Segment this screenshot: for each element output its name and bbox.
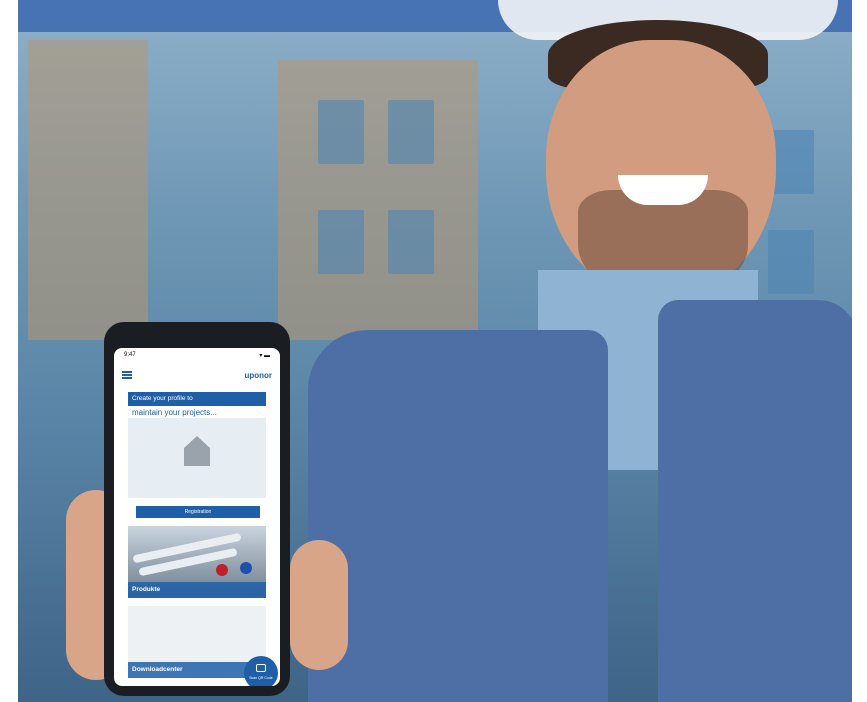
scan-qr-button[interactable]: Scan QR Code (244, 656, 278, 686)
building-window (318, 210, 364, 274)
products-card[interactable]: Produkte (128, 526, 266, 598)
hand-thumb (290, 540, 348, 670)
registration-button[interactable]: Registration (136, 506, 260, 518)
safety-vest-left (308, 330, 608, 702)
red-cap-icon (216, 564, 228, 576)
profile-subtitle: maintain your projects... (132, 408, 217, 417)
products-label: Produkte (128, 582, 266, 598)
app-header: uponor (114, 366, 280, 386)
profile-title: Create your profile to (128, 392, 266, 406)
building-window (318, 100, 364, 164)
house-card (128, 418, 266, 498)
building-window (388, 100, 434, 164)
uponor-logo: uponor (244, 371, 272, 380)
scan-qr-label: Scan QR Code (249, 676, 273, 680)
building-window (388, 210, 434, 274)
phone-screen: 9:47 ▾ ▬ uponor Create your profile to m… (114, 348, 280, 686)
background-building (278, 60, 478, 340)
blue-cap-icon (240, 562, 252, 574)
hero-photo: 9:47 ▾ ▬ uponor Create your profile to m… (18, 0, 852, 702)
status-time: 9:47 (124, 352, 136, 358)
background-building (28, 40, 148, 340)
camera-icon (256, 664, 266, 672)
hamburger-menu-icon[interactable] (122, 371, 132, 379)
building-window (768, 230, 814, 294)
safety-vest-right (658, 300, 852, 702)
house-icon (184, 436, 210, 466)
status-icons: ▾ ▬ (259, 353, 270, 359)
smartphone: 9:47 ▾ ▬ uponor Create your profile to m… (104, 322, 290, 696)
